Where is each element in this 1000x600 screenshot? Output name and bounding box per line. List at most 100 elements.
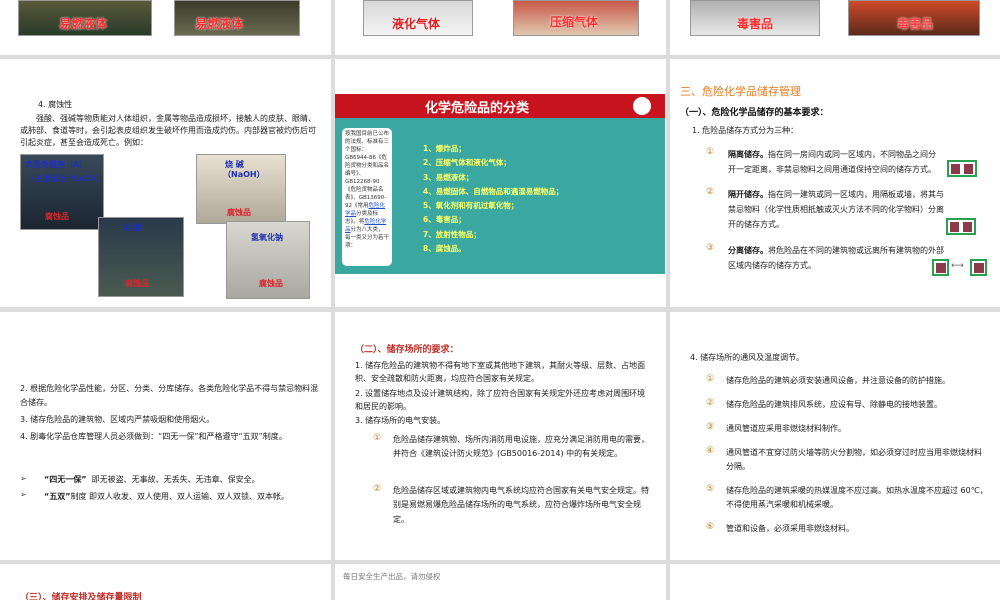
classification-left-box: 按我国目前已公布的法规、标准有三个国标：GB6944-86《危险货物分类和品名编… xyxy=(341,127,393,267)
list-item: 3、易燃液体； xyxy=(423,172,474,182)
photo-label: 易燃液体 xyxy=(195,17,244,31)
photo-flammable-liquid-2: 易燃液体 xyxy=(174,0,300,36)
storage-item-isolated: 隔离储存。指在同一房间内或同一区域内，不同物品之间分开一定距离，非禁忌物料之间用… xyxy=(728,147,938,177)
slide-bottom-middle: 每日安全生产出品，请勿侵权 xyxy=(335,564,666,600)
rule-four-no: “四无一保” 即无被盗、无事故、无丢失、无违章、保安全。 xyxy=(44,474,314,487)
vent-item: 储存危险品的建筑采暖的热媒温度不应过高。如热水温度不应超过 60℃，不得使用蒸汽… xyxy=(726,486,988,510)
rule-text: 制度 即双人收发、双人使用、双人运输、双人双锁、双本帐。 xyxy=(70,492,290,501)
vent-item: 通风管道不宜穿过防火墙等防火分割物，如必须穿过时应当用非燃烧材料分隔。 xyxy=(726,448,982,472)
slide-site: （二）、储存场所的要求： 1. 储存危险品的建筑物不得有地下室或其他地下建筑，其… xyxy=(335,312,666,560)
list-item: 5、氧化剂和有机过氧化物； xyxy=(423,201,519,210)
slide-top-right: 毒害品 毒害品 xyxy=(670,0,1000,55)
photo-hydrochloric-acid: 盐 酸 腐蚀品 xyxy=(98,217,184,297)
rule-zoning: 2. 根据危险化学品性能，分区、分类、分库储存。各类危险化学品不得与禁忌物料混合… xyxy=(20,384,319,407)
list-item: 2、压缩气体和液化气体； xyxy=(423,158,511,168)
site-p1: 1. 储存危险品的建筑物不得有地下室或其他地下建筑，其耐火等级、层数、占地面积、… xyxy=(355,361,646,383)
item-bold: 隔开储存。 xyxy=(728,190,768,199)
list-item: 1、爆炸品； xyxy=(423,144,466,153)
storage-distance-icon-left xyxy=(932,259,949,276)
storage-title: 三、危险化学品储存管理 xyxy=(680,85,801,98)
photo-label: 氢氧化钠 xyxy=(251,233,283,242)
emblem-icon xyxy=(631,95,653,117)
bullet-arrow-icon: ➢ xyxy=(20,490,27,499)
site-sub2: 危险品储存区域或建筑物内电气系统均应符合国家有关电气安全规定。特别是易燃易爆危险… xyxy=(393,486,649,524)
slide-classification: 化学危险品的分类 按我国目前已公布的法规、标准有三个国标：GB6944-86《危… xyxy=(335,59,666,307)
item-bold: 隔离储存。 xyxy=(728,150,768,159)
classification-panel: 化学危险品的分类 按我国目前已公布的法规、标准有三个国标：GB6944-86《危… xyxy=(335,94,665,274)
list-item: 8、腐蚀品。 xyxy=(423,243,466,253)
item-number: ② xyxy=(706,187,715,197)
footer-watermark: 每日安全生产出品，请勿侵权 xyxy=(343,572,441,581)
photo-label: （NaOH） xyxy=(223,170,265,179)
rule-bold: “五双” xyxy=(44,492,71,501)
photo-label: 腐蚀品 xyxy=(227,208,251,217)
photo-label: 腐蚀品 xyxy=(259,279,283,288)
slide-top-middle: 液化气体 压缩气体 xyxy=(335,0,666,55)
storage-intro: 1. 危险品储存方式分为三种： xyxy=(692,126,799,135)
item-bold: 分离储存。 xyxy=(728,246,768,255)
photo-compressed-gas: 压缩气体 xyxy=(513,0,639,36)
item-number: ③ xyxy=(706,422,715,432)
vent-heading: 4. 储存场所的通风及温度调节。 xyxy=(690,353,805,362)
photo-label: 毒害品 xyxy=(737,17,774,31)
slide-storage: 三、危险化学品储存管理 （一）、危险化学品储存的基本要求： 1. 危险品储存方式… xyxy=(670,59,1000,307)
photo-toxic-1: 毒害品 xyxy=(690,0,820,36)
list-item: 7、放射性物品； xyxy=(423,229,481,239)
bullet-arrow-icon: ➢ xyxy=(20,474,27,483)
site-p2: 2. 设置储存地点及设计建筑结构，除了应符合国家有关规定外还应考虑对周围环境和居… xyxy=(355,389,646,411)
storage-square-icon xyxy=(947,160,977,177)
item-number: ① xyxy=(706,374,715,384)
slide-bottom-right xyxy=(670,564,1000,600)
corrosive-heading: 4. 腐蚀性 xyxy=(38,100,73,109)
rule-toxic-keeper: 4. 剧毒化学品仓库管理人员必须做到：“四无一保”和严格遵守“五双”制度。 xyxy=(20,432,287,441)
item-number: ① xyxy=(706,147,715,157)
photo-flammable-liquid-1: 易燃液体 xyxy=(18,0,152,36)
storage-item-segregated: 分离储存。将危险品在不同的建筑物或远离所有建筑物的外部区域内储存的储存方式。 xyxy=(728,243,944,273)
photo-sodium-hydroxide: 氢氧化钠 腐蚀品 xyxy=(226,221,310,299)
storage-partition-icon xyxy=(946,218,976,235)
site-p3: 3. 储存场所的电气安装。 xyxy=(355,416,446,425)
storage-distance-icon-right xyxy=(970,259,987,276)
storage-item-separated: 隔开储存。指在同一建筑或同一区域内，用隔板或墙，将其与禁忌物料（化学性质相抵触或… xyxy=(728,187,948,233)
slide-bottom-left: （三）、储存安排及储存量限制 xyxy=(0,564,331,600)
item-number: ⑤ xyxy=(706,484,715,494)
item-number: ① xyxy=(373,433,382,443)
photo-label: 易燃液体 xyxy=(59,17,108,31)
arrow-double-icon: ⟷ xyxy=(951,261,964,271)
item-number: ② xyxy=(706,398,715,408)
list-item: 6、毒害品； xyxy=(423,215,466,225)
vent-item: 储存危险品的建筑必须安装通风设备，并注意设备的防护措施。 xyxy=(726,376,950,385)
item-number: ⑥ xyxy=(706,522,715,532)
item-number: ② xyxy=(373,484,382,494)
photo-label: 腐蚀品 xyxy=(125,279,149,288)
rule-text: 即无被盗、无事故、无丢失、无违章、保安全。 xyxy=(91,475,260,484)
rule-five-double: “五双”制度 即双人收发、双人使用、双人运输、双人双锁、双本帐。 xyxy=(44,490,314,504)
site-sub1: 危险品储存建筑物、场所内消防用电设施，应充分满足消防用电的需要，并符合《建筑设计… xyxy=(393,435,649,459)
vent-item: 储存危险品的建筑排风系统，应设有导、除静电的接地装置。 xyxy=(726,400,942,409)
bottom-left-title: （三）、储存安排及储存量限制 xyxy=(20,593,142,600)
list-item: 4、易燃固体、自燃物品和遇湿易燃物品； xyxy=(423,186,564,196)
item-number: ④ xyxy=(706,446,715,456)
photo-label: 腐蚀品 xyxy=(45,212,69,221)
vent-item: 管道和设备，必须采用非燃烧材料。 xyxy=(726,524,854,533)
classification-left-text: 按我国目前已公布的法规、标准有三个国标：GB6944-86《危险货物分类和品名编… xyxy=(345,131,390,209)
photo-surface-agent: 表面处理剂（A） （主要成分 NaOH） 腐蚀品 xyxy=(20,154,104,230)
site-title: （二）、储存场所的要求： xyxy=(355,345,459,355)
classification-left-text: 分为八大类，每一类又分为若干项： xyxy=(345,226,390,249)
photo-label: 盐 酸 xyxy=(123,223,142,232)
classification-list: 1、爆炸品； 2、压缩气体和液化气体； 3、易燃液体； 4、易燃固体、自燃物品和… xyxy=(423,142,563,256)
slide-rules: 2. 根据危险化学品性能，分区、分类、分库储存。各类危险化学品不得与禁忌物料混合… xyxy=(0,312,331,560)
photo-liquefied-gas: 液化气体 xyxy=(363,0,473,36)
photo-label: 液化气体 xyxy=(392,17,441,31)
slide-corrosive: 4. 腐蚀性 强酸、强碱等物质能对人体组织，金属等物品造成损坏，接触人的皮肤、眼… xyxy=(0,59,331,307)
photo-label: （主要成分 NaOH） xyxy=(27,174,104,183)
slide-ventilation: 4. 储存场所的通风及温度调节。 ① 储存危险品的建筑必须安装通风设备，并注意设… xyxy=(670,312,1000,560)
rule-no-smoking: 3. 储存危险品的建筑物、区域内严禁吸烟和使用烟火。 xyxy=(20,415,215,424)
vent-item: 通风管道应采用非燃烧材料制作。 xyxy=(726,424,846,433)
photo-label: 表面处理剂（A） xyxy=(25,160,88,169)
rule-bold: “四无一保” xyxy=(44,475,87,484)
classification-title-bar: 化学危险品的分类 xyxy=(335,94,665,118)
corrosive-body: 强酸、强碱等物质能对人体组织，金属等物品造成损坏，接触人的皮肤、眼睛、或肺部、食… xyxy=(20,114,316,147)
classification-title: 化学危险品的分类 xyxy=(425,101,530,116)
photo-caustic-soda: 烧 碱 （NaOH） 腐蚀品 xyxy=(196,154,286,224)
